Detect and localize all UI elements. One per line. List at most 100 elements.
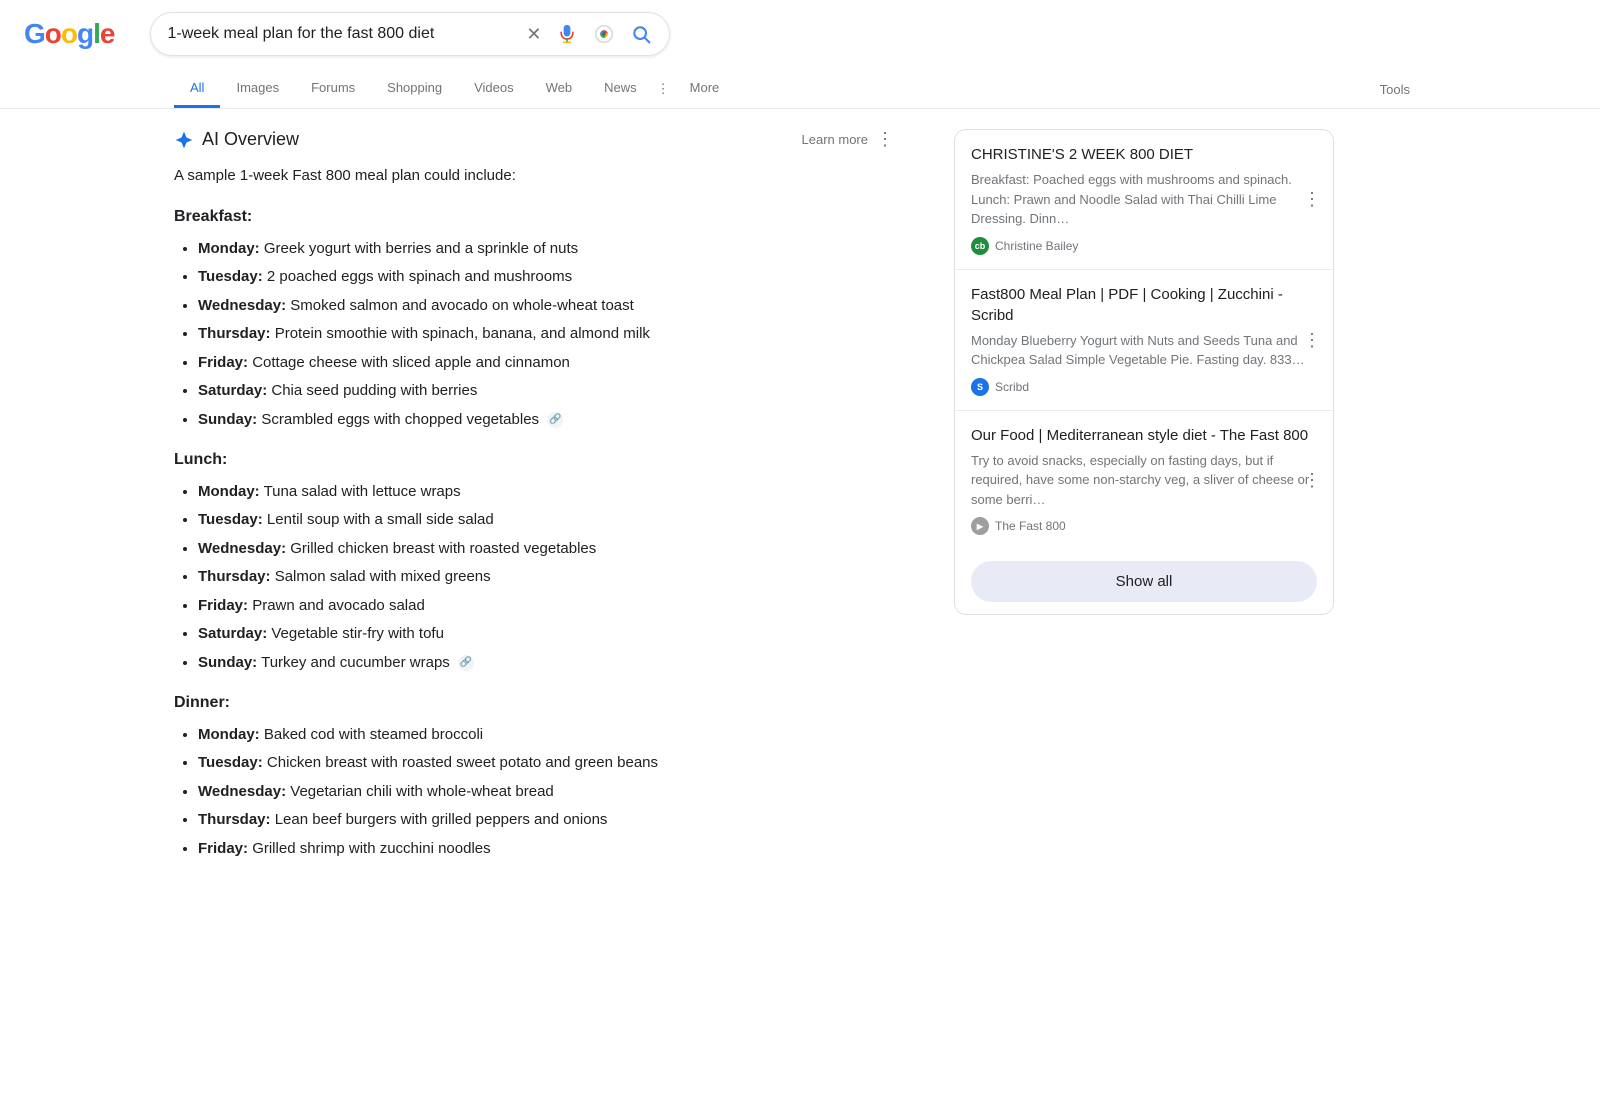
source-item-3: Our Food | Mediterranean style diet - Th… (955, 411, 1333, 550)
day-label: Monday: (198, 240, 260, 257)
day-label: Tuesday: (198, 754, 263, 771)
day-label: Sunday: (198, 411, 257, 428)
item-text: Grilled shrimp with zucchini noodles (252, 840, 490, 857)
list-item: Thursday: Salmon salad with mixed greens (198, 566, 894, 589)
day-label: Saturday: (198, 382, 267, 399)
nav-item-forums[interactable]: Forums (295, 70, 371, 108)
google-logo[interactable]: Google (24, 18, 114, 50)
source-card: CHRISTINE'S 2 WEEK 800 DIET Breakfast: P… (954, 129, 1334, 615)
item-text: Protein smoothie with spinach, banana, a… (275, 325, 650, 342)
day-label: Monday: (198, 726, 260, 743)
nav-more-dots: ⋮ (653, 71, 674, 107)
ai-overview-label: AI Overview (202, 129, 299, 150)
source-footer-3: ▶ The Fast 800 (971, 517, 1317, 535)
day-label: Sunday: (198, 654, 257, 671)
source-name-1: Christine Bailey (995, 239, 1078, 253)
nav-item-shopping[interactable]: Shopping (371, 70, 458, 108)
logo-letter-l: l (93, 18, 100, 49)
list-item: Monday: Greek yogurt with berries and a … (198, 238, 894, 261)
nav-item-videos[interactable]: Videos (458, 70, 530, 108)
item-text: Chia seed pudding with berries (271, 382, 477, 399)
source-title-2[interactable]: Fast800 Meal Plan | PDF | Cooking | Zucc… (971, 284, 1317, 326)
learn-more-link[interactable]: Learn more (802, 132, 868, 147)
item-text: Turkey and cucumber wraps (261, 654, 450, 671)
day-label: Wednesday: (198, 540, 286, 557)
ai-overview-more-icon[interactable]: ⋮ (876, 129, 894, 150)
nav-item-more[interactable]: More (674, 70, 736, 108)
day-label: Friday: (198, 840, 248, 857)
logo-letter-o1: o (45, 18, 61, 49)
microphone-icon (557, 24, 577, 44)
search-input[interactable] (167, 25, 514, 43)
ai-overview-title: AI Overview (174, 129, 299, 150)
ai-overview-header: AI Overview Learn more ⋮ (174, 129, 894, 150)
breakfast-list: Monday: Greek yogurt with berries and a … (174, 238, 894, 432)
nav-item-all[interactable]: All (174, 70, 220, 108)
item-text: 2 poached eggs with spinach and mushroom… (267, 268, 572, 285)
source-name-3: The Fast 800 (995, 519, 1066, 533)
right-column: CHRISTINE'S 2 WEEK 800 DIET Breakfast: P… (954, 129, 1334, 866)
source-item-2: Fast800 Meal Plan | PDF | Cooking | Zucc… (955, 270, 1333, 411)
item-text: Cottage cheese with sliced apple and cin… (252, 354, 570, 371)
day-label: Tuesday: (198, 511, 263, 528)
show-all-button[interactable]: Show all (971, 561, 1317, 602)
search-bar[interactable]: ✕ (150, 12, 670, 56)
day-label: Friday: (198, 354, 248, 371)
source-more-button-2[interactable]: ⋮ (1303, 331, 1321, 349)
item-text: Vegetable stir-fry with tofu (271, 625, 444, 642)
source-more-button-3[interactable]: ⋮ (1303, 471, 1321, 489)
nav-item-news[interactable]: News (588, 70, 653, 108)
list-item: Sunday: Scrambled eggs with chopped vege… (198, 409, 894, 432)
source-more-button-1[interactable]: ⋮ (1303, 190, 1321, 208)
ai-header-right: Learn more ⋮ (802, 129, 894, 150)
list-item: Tuesday: Chicken breast with roasted swe… (198, 752, 894, 775)
source-link-icon[interactable]: 🔗 (458, 655, 474, 671)
nav-item-images[interactable]: Images (220, 70, 295, 108)
day-label: Tuesday: (198, 268, 263, 285)
item-text: Chicken breast with roasted sweet potato… (267, 754, 658, 771)
source-title-1[interactable]: CHRISTINE'S 2 WEEK 800 DIET (971, 144, 1317, 165)
day-label: Thursday: (198, 325, 271, 342)
main-content: AI Overview Learn more ⋮ A sample 1-week… (0, 109, 1600, 886)
nav-tools[interactable]: Tools (1364, 72, 1426, 107)
list-item: Wednesday: Smoked salmon and avocado on … (198, 295, 894, 318)
list-item: Saturday: Chia seed pudding with berries (198, 380, 894, 403)
day-label: Wednesday: (198, 297, 286, 314)
google-lens-button[interactable] (591, 21, 617, 47)
day-label: Thursday: (198, 568, 271, 585)
source-snippet-2: Monday Blueberry Yogurt with Nuts and Se… (971, 331, 1317, 370)
dinner-title: Dinner: (174, 690, 894, 716)
breakfast-title: Breakfast: (174, 204, 894, 230)
list-item: Saturday: Vegetable stir-fry with tofu (198, 623, 894, 646)
source-avatar-3: ▶ (971, 517, 989, 535)
source-link-icon[interactable]: 🔗 (547, 412, 563, 428)
nav-item-web[interactable]: Web (530, 70, 589, 108)
item-text: Vegetarian chili with whole-wheat bread (290, 783, 554, 800)
list-item: Thursday: Lean beef burgers with grilled… (198, 809, 894, 832)
list-item: Friday: Cottage cheese with sliced apple… (198, 352, 894, 375)
item-text: Smoked salmon and avocado on whole-wheat… (290, 297, 634, 314)
header: Google ✕ (0, 0, 1600, 56)
item-text: Scrambled eggs with chopped vegetables (261, 411, 539, 428)
logo-letter-g2: g (77, 18, 93, 49)
day-label: Monday: (198, 483, 260, 500)
search-button[interactable] (629, 22, 653, 46)
item-text: Prawn and avocado salad (252, 597, 425, 614)
list-item: Wednesday: Grilled chicken breast with r… (198, 538, 894, 561)
list-item: Wednesday: Vegetarian chili with whole-w… (198, 781, 894, 804)
ai-overview-content: A sample 1-week Fast 800 meal plan could… (174, 164, 894, 860)
voice-search-button[interactable] (555, 22, 579, 46)
list-item: Thursday: Protein smoothie with spinach,… (198, 323, 894, 346)
day-label: Friday: (198, 597, 248, 614)
source-footer-1: cb Christine Bailey (971, 237, 1317, 255)
list-item: Friday: Grilled shrimp with zucchini noo… (198, 838, 894, 861)
day-label: Saturday: (198, 625, 267, 642)
item-text: Tuna salad with lettuce wraps (264, 483, 461, 500)
source-item-1: CHRISTINE'S 2 WEEK 800 DIET Breakfast: P… (955, 130, 1333, 270)
list-item: Tuesday: 2 poached eggs with spinach and… (198, 266, 894, 289)
clear-button[interactable]: ✕ (524, 22, 543, 47)
dinner-list: Monday: Baked cod with steamed broccoli … (174, 724, 894, 861)
source-snippet-1: Breakfast: Poached eggs with mushrooms a… (971, 170, 1317, 229)
source-title-3[interactable]: Our Food | Mediterranean style diet - Th… (971, 425, 1317, 446)
ai-diamond-icon (174, 130, 194, 150)
